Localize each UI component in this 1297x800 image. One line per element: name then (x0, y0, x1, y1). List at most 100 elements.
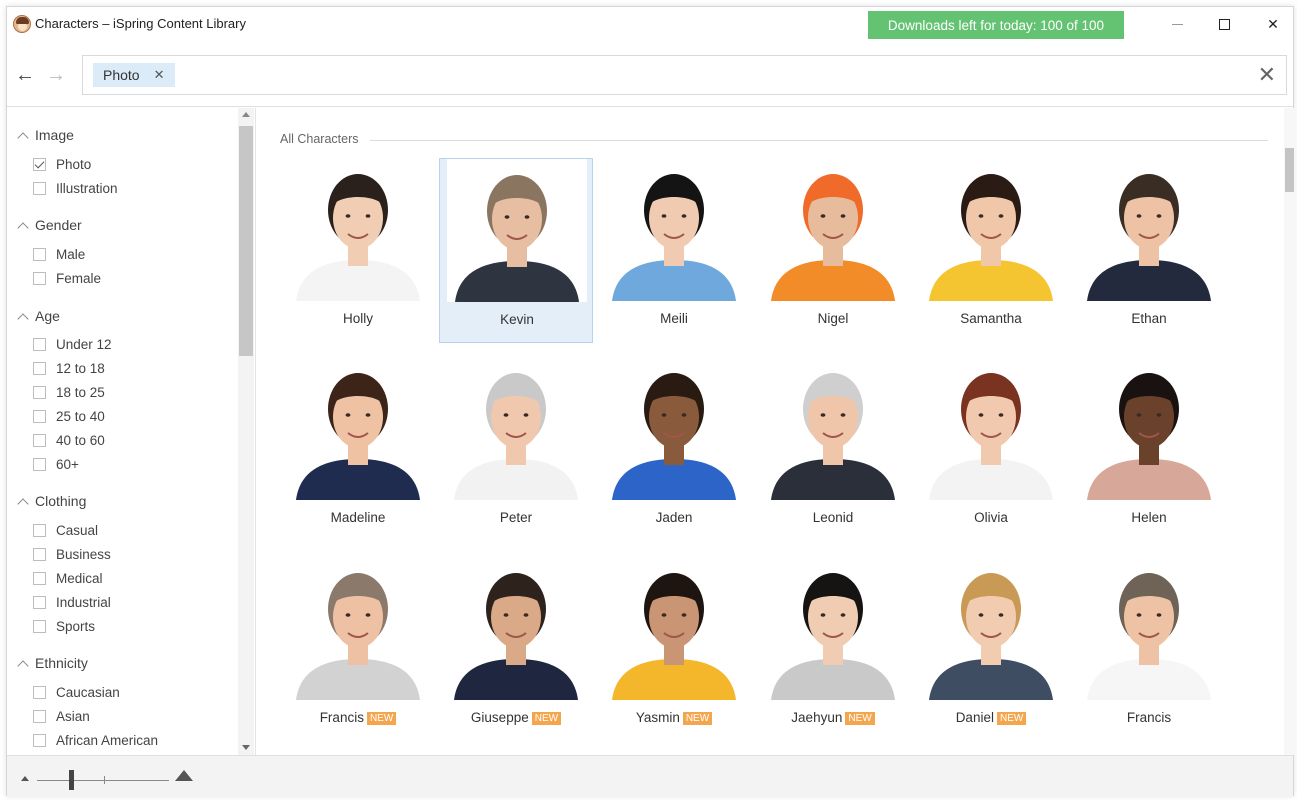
grid-scroll-thumb[interactable] (1285, 148, 1294, 192)
character-card[interactable]: Holly (281, 158, 435, 343)
filter-chip-photo[interactable]: Photo ✕ (93, 63, 175, 87)
character-card[interactable]: Giuseppe NEW (439, 557, 593, 742)
remove-chip-icon[interactable]: ✕ (154, 67, 165, 83)
checkbox-sports[interactable]: Sports (33, 619, 95, 634)
character-name: Ethan (1072, 311, 1226, 326)
character-card[interactable]: Ethan (1072, 158, 1226, 343)
checkbox-industrial[interactable]: Industrial (33, 595, 111, 610)
character-card[interactable]: Jaehyun NEW (756, 557, 910, 742)
character-card[interactable]: Francis (1072, 557, 1226, 742)
maximize-button[interactable] (1202, 11, 1246, 37)
zoom-slider-thumb[interactable] (69, 770, 74, 790)
character-card[interactable]: Samantha (914, 158, 1068, 343)
sidebar-scroll-thumb[interactable] (239, 126, 253, 356)
character-card[interactable]: Daniel NEW (914, 557, 1068, 742)
clear-search-icon[interactable]: ✕ (1258, 64, 1276, 86)
checkbox-medical[interactable]: Medical (33, 571, 103, 586)
chevron-up-icon (17, 222, 29, 234)
checkbox-18-to-25[interactable]: 18 to 25 (33, 385, 105, 400)
character-card[interactable]: Olivia (914, 357, 1068, 542)
character-name: Olivia (914, 510, 1068, 525)
filter-group-image[interactable]: Image (17, 127, 74, 144)
character-name: Jaden (597, 510, 751, 525)
checkbox-casual[interactable]: Casual (33, 523, 98, 538)
character-card[interactable]: Yasmin NEW (597, 557, 751, 742)
character-card[interactable]: Madeline (281, 357, 435, 542)
character-name: Francis (1072, 710, 1226, 725)
checkbox-40-to-60[interactable]: 40 to 60 (33, 433, 105, 448)
character-portrait (763, 158, 903, 301)
back-arrow-icon[interactable]: ← (15, 65, 35, 85)
downloads-left-badge: Downloads left for today: 100 of 100 (868, 11, 1124, 39)
zoom-slider-track[interactable] (37, 780, 169, 781)
character-name-text: Jaden (655, 510, 693, 525)
scroll-up-arrow-icon[interactable] (242, 112, 250, 117)
checkbox-male[interactable]: Male (33, 247, 85, 262)
filter-group-clothing[interactable]: Clothing (17, 493, 86, 510)
new-badge: NEW (682, 712, 713, 725)
character-name: Kevin (440, 312, 594, 327)
character-portrait (288, 557, 428, 700)
new-badge: NEW (366, 712, 397, 725)
character-name-text: Samantha (960, 311, 1022, 326)
character-portrait (446, 357, 586, 500)
character-name: Nigel (756, 311, 910, 326)
search-filter-field[interactable]: Photo ✕ ✕ (82, 55, 1287, 95)
character-name: Peter (439, 510, 593, 525)
character-name-text: Madeline (330, 510, 386, 525)
checkbox-business[interactable]: Business (33, 547, 111, 562)
minimize-button[interactable] (1155, 11, 1199, 37)
checkbox-12-to-18[interactable]: 12 to 18 (33, 361, 105, 376)
checkbox-60-plus[interactable]: 60+ (33, 457, 79, 472)
character-name: Samantha (914, 311, 1068, 326)
filter-group-ethnicity[interactable]: Ethnicity (17, 655, 88, 672)
checkbox-25-to-40[interactable]: 25 to 40 (33, 409, 105, 424)
zoom-slider-tick (104, 776, 105, 784)
checkbox-african-american[interactable]: African American (33, 733, 158, 748)
section-divider (370, 140, 1268, 141)
checkbox-illustration[interactable]: Illustration (33, 181, 118, 196)
character-card[interactable]: Nigel (756, 158, 910, 343)
forward-arrow-icon[interactable]: → (46, 65, 66, 85)
character-card[interactable]: Kevin (439, 158, 593, 343)
checkbox-asian[interactable]: Asian (33, 709, 90, 724)
checkbox-photo[interactable]: Photo (33, 157, 91, 172)
zoom-out-icon[interactable] (21, 776, 29, 781)
grid-scrollbar[interactable] (1284, 108, 1295, 755)
filter-group-gender[interactable]: Gender (17, 217, 82, 234)
character-name-text: Nigel (817, 311, 849, 326)
minimize-icon (1171, 23, 1183, 25)
character-name-text: Meili (660, 311, 688, 326)
checkbox-under-12[interactable]: Under 12 (33, 337, 112, 352)
bottom-bar (7, 755, 1293, 797)
character-card[interactable]: Meili (597, 158, 751, 343)
character-portrait (604, 158, 744, 301)
filter-sidebar: Image Photo Illustration Gender Male Fem… (7, 108, 255, 755)
character-card[interactable]: Jaden (597, 357, 751, 542)
character-card[interactable]: Peter (439, 357, 593, 542)
title-bar: Characters – iSpring Content Library Dow… (7, 7, 1293, 41)
character-name-text: Ethan (1131, 311, 1167, 326)
section-title: All Characters (280, 132, 359, 146)
checkbox-female[interactable]: Female (33, 271, 101, 286)
checkbox-caucasian[interactable]: Caucasian (33, 685, 120, 700)
checkbox-checked-icon (33, 158, 46, 171)
character-name-text: Holly (342, 311, 373, 326)
close-window-button[interactable]: ✕ (1251, 11, 1295, 37)
chevron-up-icon (17, 132, 29, 144)
character-portrait (288, 357, 428, 500)
filter-group-age[interactable]: Age (17, 308, 60, 325)
character-name: Helen (1072, 510, 1226, 525)
zoom-in-icon[interactable] (175, 770, 193, 781)
character-name-text: Francis (319, 710, 364, 725)
new-badge: NEW (996, 712, 1027, 725)
character-name-text: Yasmin (635, 710, 680, 725)
scroll-down-arrow-icon[interactable] (242, 745, 250, 750)
character-card[interactable]: Leonid (756, 357, 910, 542)
character-card[interactable]: Helen (1072, 357, 1226, 542)
character-name: Jaehyun NEW (756, 710, 910, 725)
maximize-icon (1218, 18, 1230, 30)
character-portrait (763, 557, 903, 700)
sidebar-scrollbar[interactable] (238, 108, 254, 755)
character-card[interactable]: Francis NEW (281, 557, 435, 742)
